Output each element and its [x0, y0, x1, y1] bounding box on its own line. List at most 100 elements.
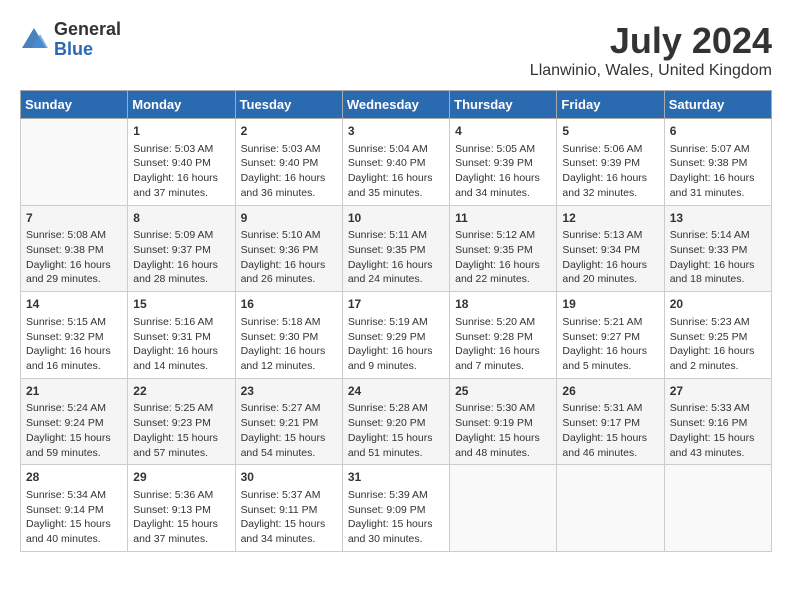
logo-general-text: General [54, 20, 121, 40]
calendar-cell: 3 Sunrise: 5:04 AM Sunset: 9:40 PM Daylig… [342, 119, 449, 206]
calendar-cell: 25Sunrise: 5:30 AM Sunset: 9:19 PM Dayli… [450, 378, 557, 465]
calendar-cell: 31Sunrise: 5:39 AM Sunset: 9:09 PM Dayli… [342, 465, 449, 552]
day-number: 25 [455, 383, 551, 400]
calendar-cell [450, 465, 557, 552]
calendar-cell: 21Sunrise: 5:24 AM Sunset: 9:24 PM Dayli… [21, 378, 128, 465]
week-row-4: 21Sunrise: 5:24 AM Sunset: 9:24 PM Dayli… [21, 378, 772, 465]
day-info: Sunrise: 5:36 AM Sunset: 9:13 PM Dayligh… [133, 488, 229, 547]
day-number: 14 [26, 296, 122, 313]
day-info: Sunrise: 5:33 AM Sunset: 9:16 PM Dayligh… [670, 401, 766, 460]
day-number: 17 [348, 296, 444, 313]
calendar-cell: 27Sunrise: 5:33 AM Sunset: 9:16 PM Dayli… [664, 378, 771, 465]
header-saturday: Saturday [664, 91, 771, 119]
day-number: 12 [562, 210, 658, 227]
day-info: Sunrise: 5:09 AM Sunset: 9:37 PM Dayligh… [133, 228, 229, 287]
header-friday: Friday [557, 91, 664, 119]
day-info: Sunrise: 5:39 AM Sunset: 9:09 PM Dayligh… [348, 488, 444, 547]
day-number: 24 [348, 383, 444, 400]
day-number: 16 [241, 296, 337, 313]
calendar-cell [557, 465, 664, 552]
day-info: Sunrise: 5:07 AM Sunset: 9:38 PM Dayligh… [670, 142, 766, 201]
calendar-cell: 24Sunrise: 5:28 AM Sunset: 9:20 PM Dayli… [342, 378, 449, 465]
day-number: 15 [133, 296, 229, 313]
day-info: Sunrise: 5:28 AM Sunset: 9:20 PM Dayligh… [348, 401, 444, 460]
day-info: Sunrise: 5:03 AM Sunset: 9:40 PM Dayligh… [133, 142, 229, 201]
header-tuesday: Tuesday [235, 91, 342, 119]
day-number: 9 [241, 210, 337, 227]
week-row-5: 28 Sunrise: 5:34 AM Sunset: 9:14 PM Dayli… [21, 465, 772, 552]
calendar-cell: 5Sunrise: 5:06 AM Sunset: 9:39 PM Daylig… [557, 119, 664, 206]
logo-icon [20, 26, 48, 54]
calendar-cell: 13Sunrise: 5:14 AM Sunset: 9:33 PM Dayli… [664, 205, 771, 292]
day-number: 2 [241, 123, 337, 140]
day-number: 10 [348, 210, 444, 227]
day-info: Sunrise: 5:34 AM Sunset: 9:14 PM Dayligh… [26, 488, 122, 547]
day-info: Sunrise: 5:15 AM Sunset: 9:32 PM Dayligh… [26, 315, 122, 374]
day-number: 3 [348, 123, 444, 140]
logo: General Blue [20, 20, 121, 60]
day-number: 28 [26, 469, 122, 486]
header-wednesday: Wednesday [342, 91, 449, 119]
day-number: 1 [133, 123, 229, 140]
day-number: 26 [562, 383, 658, 400]
day-info: Sunrise: 5:37 AM Sunset: 9:11 PM Dayligh… [241, 488, 337, 547]
day-info: Sunrise: 5:16 AM Sunset: 9:31 PM Dayligh… [133, 315, 229, 374]
day-number: 6 [670, 123, 766, 140]
logo-blue-text: Blue [54, 40, 121, 60]
calendar-cell: 19 Sunrise: 5:21 AM Sunset: 9:27 PM Dayli… [557, 292, 664, 379]
day-number: 27 [670, 383, 766, 400]
day-info: Sunrise: 5:30 AM Sunset: 9:19 PM Dayligh… [455, 401, 551, 460]
calendar-cell: 12Sunrise: 5:13 AM Sunset: 9:34 PM Dayli… [557, 205, 664, 292]
calendar-cell: 10Sunrise: 5:11 AM Sunset: 9:35 PM Dayli… [342, 205, 449, 292]
day-info: Sunrise: 5:03 AM Sunset: 9:40 PM Dayligh… [241, 142, 337, 201]
calendar-cell: 28 Sunrise: 5:34 AM Sunset: 9:14 PM Dayli… [21, 465, 128, 552]
day-info: Sunrise: 5:27 AM Sunset: 9:21 PM Dayligh… [241, 401, 337, 460]
calendar-cell: 1 Sunrise: 5:03 AM Sunset: 9:40 PM Daylig… [128, 119, 235, 206]
day-info: Sunrise: 5:19 AM Sunset: 9:29 PM Dayligh… [348, 315, 444, 374]
week-row-2: 7Sunrise: 5:08 AM Sunset: 9:38 PM Daylig… [21, 205, 772, 292]
day-info: Sunrise: 5:05 AM Sunset: 9:39 PM Dayligh… [455, 142, 551, 201]
calendar-cell: 26Sunrise: 5:31 AM Sunset: 9:17 PM Dayli… [557, 378, 664, 465]
calendar-subtitle: Llanwinio, Wales, United Kingdom [530, 62, 772, 80]
header-monday: Monday [128, 91, 235, 119]
day-info: Sunrise: 5:21 AM Sunset: 9:27 PM Dayligh… [562, 315, 658, 374]
calendar-cell: 15 Sunrise: 5:16 AM Sunset: 9:31 PM Dayli… [128, 292, 235, 379]
header-sunday: Sunday [21, 91, 128, 119]
calendar-cell: 7Sunrise: 5:08 AM Sunset: 9:38 PM Daylig… [21, 205, 128, 292]
calendar-cell: 20 Sunrise: 5:23 AM Sunset: 9:25 PM Dayli… [664, 292, 771, 379]
day-info: Sunrise: 5:04 AM Sunset: 9:40 PM Dayligh… [348, 142, 444, 201]
day-number: 19 [562, 296, 658, 313]
calendar-cell: 11Sunrise: 5:12 AM Sunset: 9:35 PM Dayli… [450, 205, 557, 292]
day-number: 21 [26, 383, 122, 400]
day-number: 29 [133, 469, 229, 486]
day-info: Sunrise: 5:13 AM Sunset: 9:34 PM Dayligh… [562, 228, 658, 287]
calendar-cell: 22Sunrise: 5:25 AM Sunset: 9:23 PM Dayli… [128, 378, 235, 465]
day-info: Sunrise: 5:06 AM Sunset: 9:39 PM Dayligh… [562, 142, 658, 201]
day-info: Sunrise: 5:12 AM Sunset: 9:35 PM Dayligh… [455, 228, 551, 287]
page-header: General Blue July 2024 Llanwinio, Wales,… [20, 20, 772, 80]
day-number: 30 [241, 469, 337, 486]
calendar-cell: 9Sunrise: 5:10 AM Sunset: 9:36 PM Daylig… [235, 205, 342, 292]
day-info: Sunrise: 5:25 AM Sunset: 9:23 PM Dayligh… [133, 401, 229, 460]
calendar-cell: 23Sunrise: 5:27 AM Sunset: 9:21 PM Dayli… [235, 378, 342, 465]
calendar-cell: 29 Sunrise: 5:36 AM Sunset: 9:13 PM Dayli… [128, 465, 235, 552]
day-number: 4 [455, 123, 551, 140]
calendar-cell: 2 Sunrise: 5:03 AM Sunset: 9:40 PM Daylig… [235, 119, 342, 206]
calendar-cell [21, 119, 128, 206]
day-info: Sunrise: 5:20 AM Sunset: 9:28 PM Dayligh… [455, 315, 551, 374]
calendar-cell: 8Sunrise: 5:09 AM Sunset: 9:37 PM Daylig… [128, 205, 235, 292]
calendar-cell: 6 Sunrise: 5:07 AM Sunset: 9:38 PM Daylig… [664, 119, 771, 206]
day-info: Sunrise: 5:10 AM Sunset: 9:36 PM Dayligh… [241, 228, 337, 287]
title-block: July 2024 Llanwinio, Wales, United Kingd… [530, 20, 772, 80]
day-info: Sunrise: 5:11 AM Sunset: 9:35 PM Dayligh… [348, 228, 444, 287]
day-number: 20 [670, 296, 766, 313]
calendar-cell: 17 Sunrise: 5:19 AM Sunset: 9:29 PM Dayli… [342, 292, 449, 379]
calendar-cell: 30 Sunrise: 5:37 AM Sunset: 9:11 PM Dayli… [235, 465, 342, 552]
day-number: 18 [455, 296, 551, 313]
calendar-header-row: SundayMondayTuesdayWednesdayThursdayFrid… [21, 91, 772, 119]
calendar-cell: 18 Sunrise: 5:20 AM Sunset: 9:28 PM Dayli… [450, 292, 557, 379]
day-info: Sunrise: 5:31 AM Sunset: 9:17 PM Dayligh… [562, 401, 658, 460]
day-info: Sunrise: 5:18 AM Sunset: 9:30 PM Dayligh… [241, 315, 337, 374]
calendar-cell [664, 465, 771, 552]
day-info: Sunrise: 5:23 AM Sunset: 9:25 PM Dayligh… [670, 315, 766, 374]
